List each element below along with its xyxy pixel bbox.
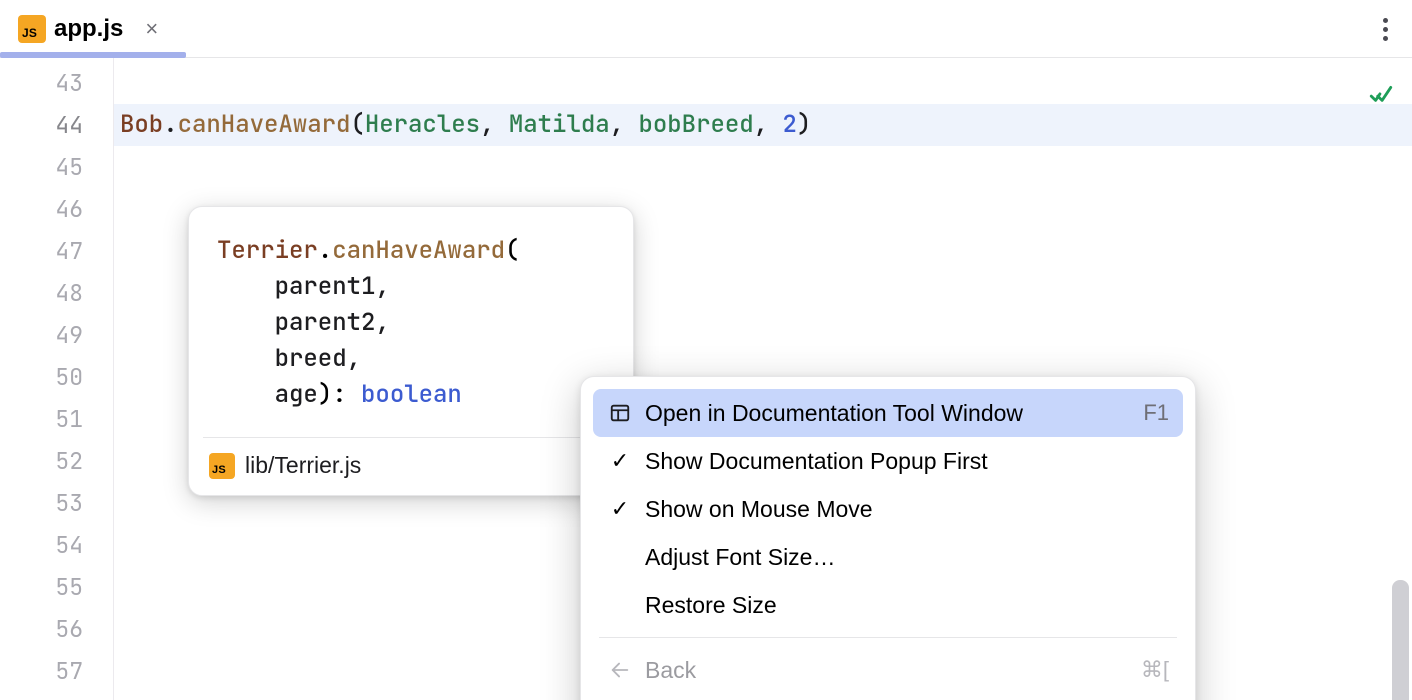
sig-class: Terrier bbox=[217, 235, 318, 266]
token-comma: , bbox=[754, 109, 783, 140]
line-number[interactable]: 53 bbox=[0, 482, 113, 524]
menu-item[interactable]: Restore Size bbox=[593, 581, 1183, 629]
line-number[interactable]: 43 bbox=[0, 62, 113, 104]
quick-doc-popup[interactable]: Terrier.canHaveAward( parent1, parent2, … bbox=[188, 206, 634, 496]
sig-dot: . bbox=[318, 235, 332, 266]
js-file-icon: JS bbox=[209, 453, 235, 479]
line-number[interactable]: 57 bbox=[0, 650, 113, 692]
signature-block: Terrier.canHaveAward( parent1, parent2, … bbox=[189, 207, 633, 437]
line-number[interactable]: 51 bbox=[0, 398, 113, 440]
source-file-link[interactable]: lib/Terrier.js bbox=[245, 452, 577, 479]
token-number: 2 bbox=[782, 109, 796, 140]
menu-item-label: Show on Mouse Move bbox=[645, 496, 1169, 523]
menu-item: Forward⌘] bbox=[593, 694, 1183, 700]
menu-item-shortcut: F1 bbox=[1143, 400, 1169, 426]
token-arg: Heracles bbox=[365, 109, 480, 140]
line-number[interactable]: 46 bbox=[0, 188, 113, 230]
token-comma: , bbox=[480, 109, 509, 140]
menu-item-shortcut: ⌘[ bbox=[1141, 657, 1169, 683]
check-icon: ✓ bbox=[607, 448, 633, 474]
menu-item-label: Restore Size bbox=[645, 592, 1169, 619]
token-comma: , bbox=[610, 109, 639, 140]
token-object: Bob bbox=[120, 109, 163, 140]
sig-paren: ( bbox=[505, 235, 519, 266]
tab-bar: JS app.js × bbox=[0, 0, 1412, 58]
doc-context-menu[interactable]: Open in Documentation Tool Window F1 ✓ Show… bbox=[580, 376, 1196, 700]
line-number[interactable]: 44 bbox=[0, 104, 113, 146]
menu-item-label: Open in Documentation Tool Window bbox=[645, 400, 1131, 427]
sig-return-type: boolean bbox=[361, 379, 462, 410]
file-tab[interactable]: JS app.js × bbox=[8, 0, 168, 57]
menu-item-label: Adjust Font Size… bbox=[645, 544, 1169, 571]
menu-item[interactable]: Open in Documentation Tool Window F1 bbox=[593, 389, 1183, 437]
vertical-scrollbar[interactable] bbox=[1392, 580, 1409, 700]
line-number[interactable]: 50 bbox=[0, 356, 113, 398]
menu-item-label: Back bbox=[645, 657, 1129, 684]
line-number[interactable]: 48 bbox=[0, 272, 113, 314]
tab-title: app.js bbox=[54, 15, 123, 43]
line-number[interactable]: 45 bbox=[0, 146, 113, 188]
menu-item[interactable]: ✓ Show Documentation Popup First bbox=[593, 437, 1183, 485]
token-paren: ( bbox=[350, 109, 364, 140]
sig-param: parent1, bbox=[217, 271, 390, 302]
js-file-icon: JS bbox=[18, 15, 46, 43]
sig-method: canHaveAward bbox=[332, 235, 505, 266]
tab-options-icon[interactable] bbox=[1383, 0, 1388, 58]
line-number[interactable]: 49 bbox=[0, 314, 113, 356]
line-number[interactable]: 56 bbox=[0, 608, 113, 650]
code-line[interactable]: Bob.canHaveAward(Heracles, Matilda, bobB… bbox=[114, 104, 1412, 146]
menu-separator bbox=[599, 637, 1177, 638]
line-number[interactable]: 54 bbox=[0, 524, 113, 566]
editor: 434445464748495051525354555657 Bob.canHa… bbox=[0, 58, 1412, 700]
line-number[interactable]: 47 bbox=[0, 230, 113, 272]
menu-item: Back ⌘[ bbox=[593, 646, 1183, 694]
sig-param: age bbox=[217, 379, 318, 410]
menu-item-label: Show Documentation Popup First bbox=[645, 448, 1169, 475]
menu-item[interactable]: ✓ Show on Mouse Move bbox=[593, 485, 1183, 533]
line-number[interactable]: 52 bbox=[0, 440, 113, 482]
window-icon bbox=[607, 402, 633, 424]
token-paren: ) bbox=[797, 109, 811, 140]
token-method: canHaveAward bbox=[178, 109, 351, 140]
token-arg: Matilda bbox=[509, 109, 610, 140]
line-number[interactable]: 55 bbox=[0, 566, 113, 608]
no-problems-icon[interactable] bbox=[1368, 82, 1394, 108]
token-arg: bobBreed bbox=[638, 109, 753, 140]
arrow-left-icon bbox=[607, 659, 633, 681]
close-tab-icon[interactable]: × bbox=[131, 16, 158, 42]
sig-param: parent2, bbox=[217, 307, 390, 338]
sig-paren: ): bbox=[318, 379, 361, 410]
menu-item[interactable]: Adjust Font Size… bbox=[593, 533, 1183, 581]
check-icon: ✓ bbox=[607, 496, 633, 522]
sig-param: breed, bbox=[217, 343, 361, 374]
code-line[interactable] bbox=[114, 62, 1412, 104]
token-dot: . bbox=[163, 109, 177, 140]
gutter: 434445464748495051525354555657 bbox=[0, 58, 114, 700]
